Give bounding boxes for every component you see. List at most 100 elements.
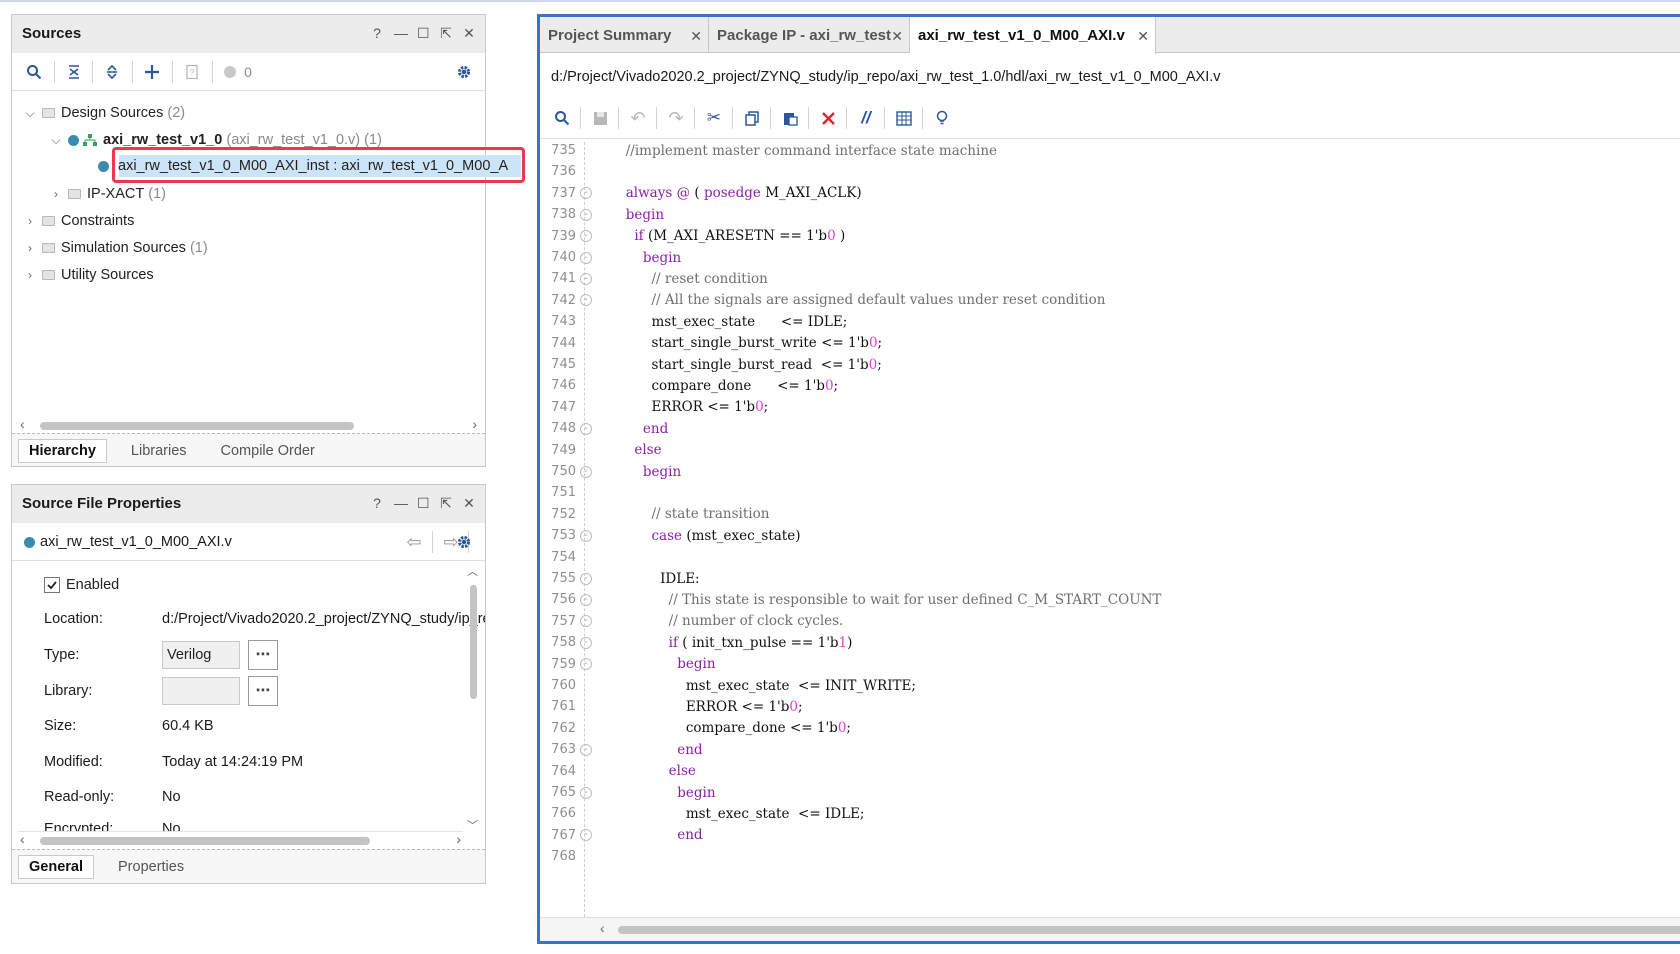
delete-icon[interactable] bbox=[816, 99, 840, 137]
tree-node-design-sources[interactable]: ⌵ Design Sources (2) bbox=[24, 100, 185, 126]
chevron-right-icon[interactable]: › bbox=[24, 214, 36, 228]
add-icon[interactable] bbox=[140, 53, 164, 91]
scroll-up-icon[interactable]: ︿ bbox=[467, 563, 478, 579]
library-browse-button[interactable]: ⋯ bbox=[248, 676, 278, 706]
fold-toggle-icon[interactable]: - bbox=[580, 593, 592, 606]
fold-toggle-icon[interactable]: - bbox=[580, 615, 592, 628]
properties-horizontal-scrollbar[interactable]: ‹ › bbox=[18, 831, 463, 849]
enabled-checkbox[interactable] bbox=[44, 577, 60, 593]
lightbulb-icon[interactable] bbox=[930, 99, 954, 137]
fold-toggle-icon[interactable]: - bbox=[580, 572, 592, 585]
code-line[interactable]: 747 ERROR <= 1'b0; bbox=[540, 396, 768, 419]
minimize-icon[interactable]: — bbox=[394, 26, 408, 40]
help-icon[interactable]: ? bbox=[371, 496, 383, 510]
code-line[interactable]: 759- begin bbox=[540, 653, 715, 676]
code-line[interactable]: 744 start_single_burst_write <= 1'b0; bbox=[540, 332, 882, 355]
scroll-right-icon[interactable]: › bbox=[456, 831, 461, 847]
code-line[interactable]: 741- // reset condition bbox=[540, 267, 768, 290]
fold-toggle-icon[interactable]: - bbox=[580, 272, 592, 285]
code-line[interactable]: 735 //implement master command interface… bbox=[540, 139, 997, 162]
code-line[interactable]: 752 // state transition bbox=[540, 503, 769, 526]
fold-toggle-icon[interactable]: - bbox=[580, 422, 592, 435]
code-line[interactable]: 749 else bbox=[540, 439, 661, 462]
copy-icon[interactable] bbox=[740, 99, 764, 137]
fold-toggle-icon[interactable]: - bbox=[580, 187, 592, 200]
expand-all-icon[interactable] bbox=[100, 53, 124, 91]
code-line[interactable]: 764 else bbox=[540, 760, 696, 783]
tab-compile-order[interactable]: Compile Order bbox=[211, 440, 325, 462]
tree-node-simulation-sources[interactable]: › Simulation Sources (1) bbox=[24, 235, 208, 261]
code-line[interactable]: 768 bbox=[540, 845, 600, 868]
scroll-left-icon[interactable]: ‹ bbox=[20, 831, 25, 847]
fold-toggle-icon[interactable]: - bbox=[580, 208, 592, 221]
code-line[interactable]: 737- always @ ( posedge M_AXI_ACLK) bbox=[540, 182, 861, 205]
back-arrow-icon[interactable]: ⇦ bbox=[402, 523, 426, 561]
code-line[interactable]: 751 bbox=[540, 481, 600, 504]
type-field[interactable]: Verilog bbox=[162, 641, 240, 669]
code-line[interactable]: 750- begin bbox=[540, 460, 681, 483]
chevron-down-icon[interactable]: ⌵ bbox=[50, 133, 62, 148]
tab-package-ip[interactable]: Package IP - axi_rw_test ✕ bbox=[709, 17, 910, 53]
scrollbar-thumb[interactable] bbox=[40, 422, 354, 430]
collapse-all-icon[interactable] bbox=[62, 53, 86, 91]
code-line[interactable]: 758- if ( init_txn_pulse == 1'b1) bbox=[540, 631, 852, 654]
tab-verilog-file[interactable]: axi_rw_test_v1_0_M00_AXI.v ✕ bbox=[910, 17, 1156, 54]
scroll-left-icon[interactable]: ‹ bbox=[600, 920, 605, 936]
close-icon[interactable]: ✕ bbox=[463, 26, 475, 40]
paste-icon[interactable] bbox=[778, 99, 802, 137]
fold-toggle-icon[interactable]: - bbox=[580, 251, 592, 264]
tree-node-utility-sources[interactable]: › Utility Sources bbox=[24, 262, 154, 288]
code-line[interactable]: 763- end bbox=[540, 738, 702, 761]
type-browse-button[interactable]: ⋯ bbox=[248, 640, 278, 670]
code-line[interactable]: 740- begin bbox=[540, 246, 681, 269]
code-area[interactable]: 735 //implement master command interface… bbox=[540, 142, 1680, 917]
code-line[interactable]: 767- end bbox=[540, 824, 702, 847]
code-line[interactable]: 766 mst_exec_state <= IDLE; bbox=[540, 802, 864, 825]
code-line[interactable]: 738- begin bbox=[540, 203, 664, 226]
scrollbar-thumb[interactable] bbox=[618, 926, 1680, 934]
fold-toggle-icon[interactable]: - bbox=[580, 658, 592, 671]
fold-toggle-icon[interactable]: - bbox=[580, 786, 592, 799]
minimize-icon[interactable]: — bbox=[394, 496, 408, 510]
tab-project-summary[interactable]: Project Summary ✕ bbox=[540, 17, 709, 53]
code-line[interactable]: 753- case (mst_exec_state) bbox=[540, 524, 800, 547]
fold-toggle-icon[interactable]: - bbox=[580, 829, 592, 842]
code-line[interactable]: 765- begin bbox=[540, 781, 715, 804]
code-line[interactable]: 756- // This state is responsible to wai… bbox=[540, 588, 1161, 611]
search-icon[interactable] bbox=[550, 99, 574, 137]
maximize-icon[interactable]: ☐ bbox=[417, 496, 430, 510]
cut-icon[interactable]: ✂ bbox=[702, 99, 726, 137]
properties-vertical-scrollbar[interactable]: ︿ ﹀ bbox=[467, 563, 479, 833]
code-line[interactable]: 754 bbox=[540, 546, 600, 569]
chevron-right-icon[interactable]: › bbox=[24, 268, 36, 282]
scrollbar-thumb[interactable] bbox=[470, 585, 477, 699]
chevron-down-icon[interactable]: ⌵ bbox=[24, 106, 36, 121]
tab-general[interactable]: General bbox=[18, 854, 94, 879]
float-icon[interactable]: ⇱ bbox=[440, 26, 452, 40]
tab-hierarchy[interactable]: Hierarchy bbox=[18, 438, 107, 463]
code-line[interactable]: 755- IDLE: bbox=[540, 567, 699, 590]
fold-toggle-icon[interactable]: - bbox=[580, 636, 592, 649]
tree-node-ip-xact[interactable]: › IP-XACT (1) bbox=[50, 181, 166, 207]
fold-toggle-icon[interactable]: - bbox=[580, 294, 592, 307]
code-line[interactable]: 739- if (M_AXI_ARESETN == 1'b0 ) bbox=[540, 225, 845, 248]
redo-icon[interactable]: ↷ bbox=[664, 99, 688, 137]
search-icon[interactable] bbox=[22, 53, 46, 91]
close-tab-icon[interactable]: ✕ bbox=[891, 28, 903, 45]
code-line[interactable]: 748- end bbox=[540, 417, 668, 440]
close-icon[interactable]: ✕ bbox=[463, 496, 475, 510]
library-field[interactable] bbox=[162, 677, 240, 705]
undo-icon[interactable]: ↶ bbox=[626, 99, 650, 137]
scroll-right-icon[interactable]: › bbox=[472, 416, 477, 432]
code-line[interactable]: 760 mst_exec_state <= INIT_WRITE; bbox=[540, 674, 916, 697]
fold-toggle-icon[interactable]: - bbox=[580, 743, 592, 756]
editor-horizontal-scrollbar[interactable]: ‹ bbox=[540, 917, 1680, 941]
columns-icon[interactable] bbox=[892, 99, 916, 137]
code-line[interactable]: 736 bbox=[540, 160, 600, 183]
chevron-right-icon[interactable]: › bbox=[50, 187, 62, 201]
gear-icon[interactable] bbox=[452, 53, 476, 91]
code-line[interactable]: 757- // number of clock cycles. bbox=[540, 610, 843, 633]
code-line[interactable]: 745 start_single_burst_read <= 1'b0; bbox=[540, 353, 882, 376]
close-tab-icon[interactable]: ✕ bbox=[1137, 28, 1149, 45]
scroll-left-icon[interactable]: ‹ bbox=[20, 416, 25, 432]
